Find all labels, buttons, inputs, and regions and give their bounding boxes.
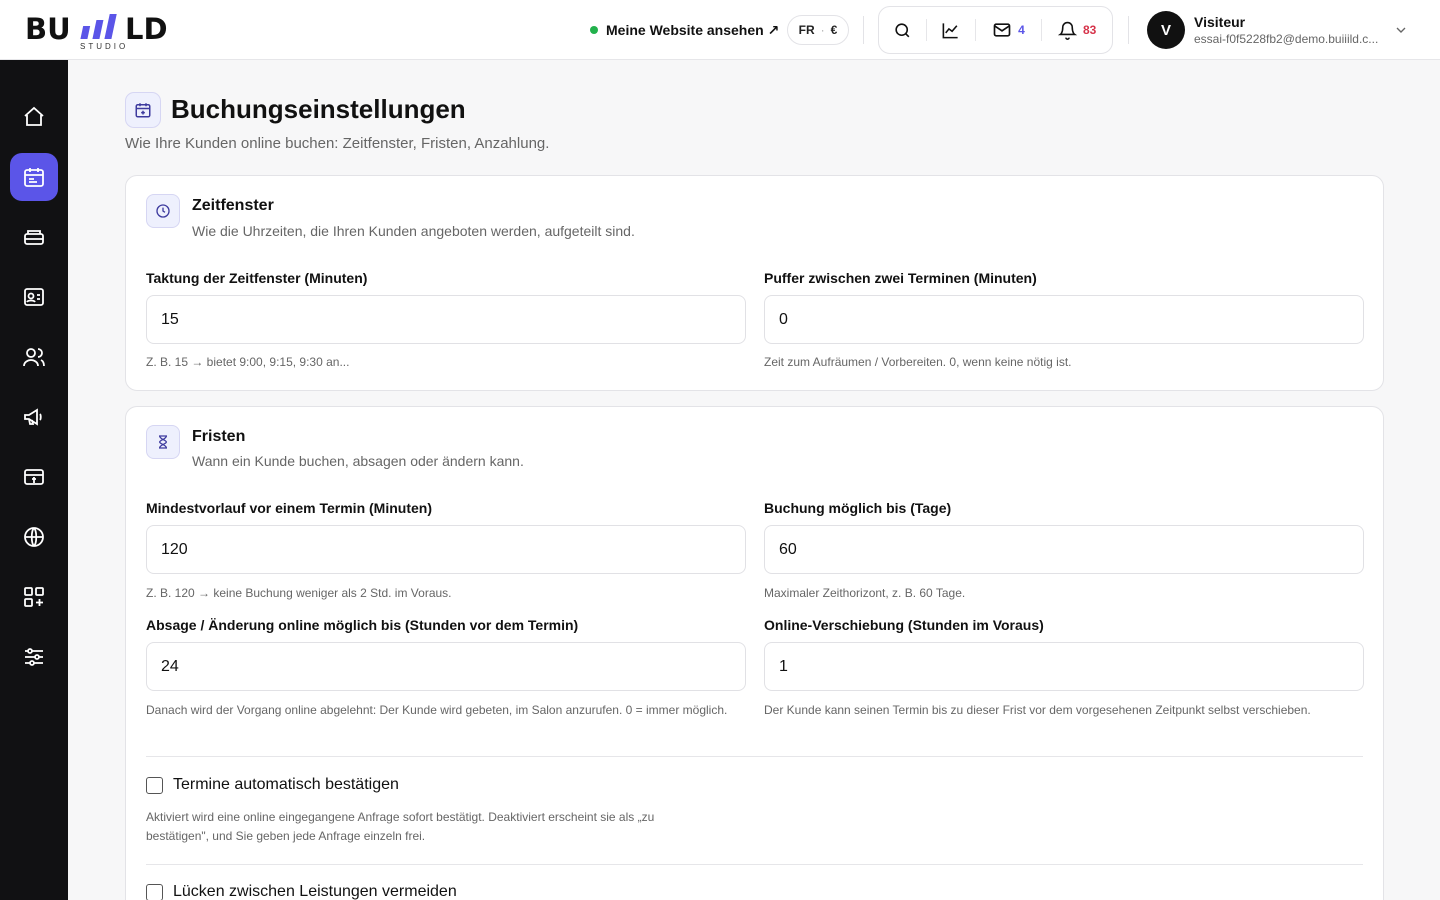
vorlauf-label: Mindestvorlauf vor einem Termin (Minuten…: [146, 500, 432, 516]
taktung-help: Z. B. 15 → bietet 9:00, 9:15, 9:30 an...: [146, 355, 350, 369]
top-bar: BU LD STUDIO Meine Website ansehen ↗ FR …: [0, 0, 1440, 60]
divider: [863, 16, 864, 44]
sidebar-item-home[interactable]: [10, 93, 58, 141]
toolbar-group: 4 83: [878, 6, 1113, 54]
avatar: V: [1147, 11, 1185, 49]
bell-icon: [1057, 21, 1077, 40]
sidebar-item-settings[interactable]: [10, 633, 58, 681]
globe-icon: [24, 527, 44, 547]
contact-card-icon: [24, 288, 44, 306]
section-icon: [146, 425, 180, 459]
sidebar-item-users[interactable]: [10, 333, 58, 381]
section-subtitle: Wann ein Kunde buchen, absagen oder ände…: [192, 453, 524, 469]
buchung-input[interactable]: 60: [764, 525, 1364, 574]
divider: [1128, 16, 1129, 44]
absage-label: Absage / Änderung online möglich bis (St…: [146, 617, 579, 633]
mail-icon: [993, 23, 1011, 37]
separator-dot: ·: [820, 23, 825, 37]
taktung-label: Taktung der Zeitfenster (Minuten): [146, 270, 368, 286]
chevron-down-icon[interactable]: [1393, 22, 1409, 38]
online-status-dot: [590, 26, 598, 34]
divider: [146, 756, 1363, 757]
section-title: Fristen: [192, 428, 246, 445]
auto-confirm-help: Aktiviert wird eine online eingegangene …: [146, 810, 655, 843]
puffer-label: Puffer zwischen zwei Terminen (Minuten): [764, 270, 1037, 286]
payment-icon: [24, 469, 44, 485]
analytics-button[interactable]: [927, 7, 975, 53]
page-icon: [125, 92, 161, 128]
notification-count-badge: 83: [1082, 23, 1097, 37]
megaphone-icon: [24, 408, 42, 426]
currency-label: €: [830, 23, 838, 37]
avoid-gaps-checkbox[interactable]: [146, 884, 163, 900]
language-currency-switch[interactable]: FR · €: [787, 15, 849, 45]
vorlauf-input[interactable]: 120: [146, 525, 746, 574]
apps-icon: [24, 587, 44, 607]
hourglass-icon: [158, 435, 168, 449]
language-label: FR: [798, 23, 815, 37]
search-icon: [895, 22, 910, 37]
view-website-label: Meine Website ansehen ↗: [606, 21, 780, 38]
clock-icon: [156, 204, 170, 218]
sidebar-item-apps[interactable]: [10, 573, 58, 621]
vorlauf-help: Z. B. 120 → keine Buchung weniger als 2 …: [146, 586, 452, 600]
page-title: Buchungseinstellungen: [171, 94, 466, 124]
absage-input[interactable]: 24: [146, 642, 746, 691]
verschiebung-input[interactable]: 1: [764, 642, 1364, 691]
svg-text:BU: BU: [25, 12, 71, 46]
auto-confirm-checkbox[interactable]: [146, 777, 163, 794]
buchung-help: Maximaler Zeithorizont, z. B. 60 Tage.: [764, 586, 966, 600]
services-icon: [24, 230, 44, 245]
absage-help: Danach wird der Vorgang online abgelehnt…: [146, 703, 728, 717]
calendar-icon: [24, 168, 44, 187]
section-title: Zeitfenster: [192, 197, 274, 214]
sidebar-item-payments[interactable]: [10, 453, 58, 501]
sidebar-item-website[interactable]: [10, 513, 58, 561]
avoid-gaps-label[interactable]: Lücken zwischen Leistungen vermeiden: [173, 883, 457, 900]
puffer-help: Zeit zum Aufräumen / Vorbereiten. 0, wen…: [764, 355, 1072, 369]
page-subtitle: Wie Ihre Kunden online buchen: Zeitfenst…: [125, 135, 550, 152]
verschiebung-label: Online-Verschiebung (Stunden im Voraus): [764, 617, 1044, 633]
users-icon: [23, 348, 45, 367]
logo-subtitle: STUDIO: [80, 42, 129, 51]
taktung-input[interactable]: 15: [146, 295, 746, 344]
calendar-plus-icon: [135, 103, 151, 118]
view-website-link[interactable]: Meine Website ansehen ↗: [590, 19, 779, 41]
section-icon: [146, 194, 180, 228]
sidebar-item-services[interactable]: [10, 213, 58, 261]
chart-line-icon: [942, 22, 958, 38]
zeitfenster-card: Zeitfenster Wie die Uhrzeiten, die Ihren…: [125, 175, 1384, 391]
puffer-input[interactable]: 0: [764, 295, 1364, 344]
user-menu[interactable]: V Visiteur essai-f0f5228fb2@demo.buiiild…: [1147, 11, 1386, 49]
user-email: essai-f0f5228fb2@demo.buiiild.c...: [1194, 32, 1379, 46]
messages-button[interactable]: 4: [976, 7, 1042, 53]
user-name: Visiteur: [1194, 14, 1246, 30]
fristen-card: Fristen Wann ein Kunde buchen, absagen o…: [125, 406, 1384, 900]
sliders-icon: [25, 648, 43, 666]
auto-confirm-label[interactable]: Termine automatisch bestätigen: [173, 776, 399, 794]
buchung-label: Buchung möglich bis (Tage): [764, 500, 952, 516]
verschiebung-help: Der Kunde kann seinen Termin bis zu dies…: [764, 703, 1311, 717]
mail-count-badge: 4: [1018, 23, 1025, 37]
divider: [146, 864, 1363, 865]
notifications-button[interactable]: 83: [1042, 7, 1112, 53]
sidebar-item-contacts[interactable]: [10, 273, 58, 321]
search-button[interactable]: [879, 7, 926, 53]
svg-text:LD: LD: [125, 12, 168, 46]
section-subtitle: Wie die Uhrzeiten, die Ihren Kunden ange…: [192, 223, 635, 239]
sidebar-item-calendar[interactable]: [10, 153, 58, 201]
sidebar-item-marketing[interactable]: [10, 393, 58, 441]
logo[interactable]: BU LD STUDIO: [25, 8, 185, 52]
sidebar: [0, 60, 68, 900]
home-icon: [24, 106, 44, 126]
